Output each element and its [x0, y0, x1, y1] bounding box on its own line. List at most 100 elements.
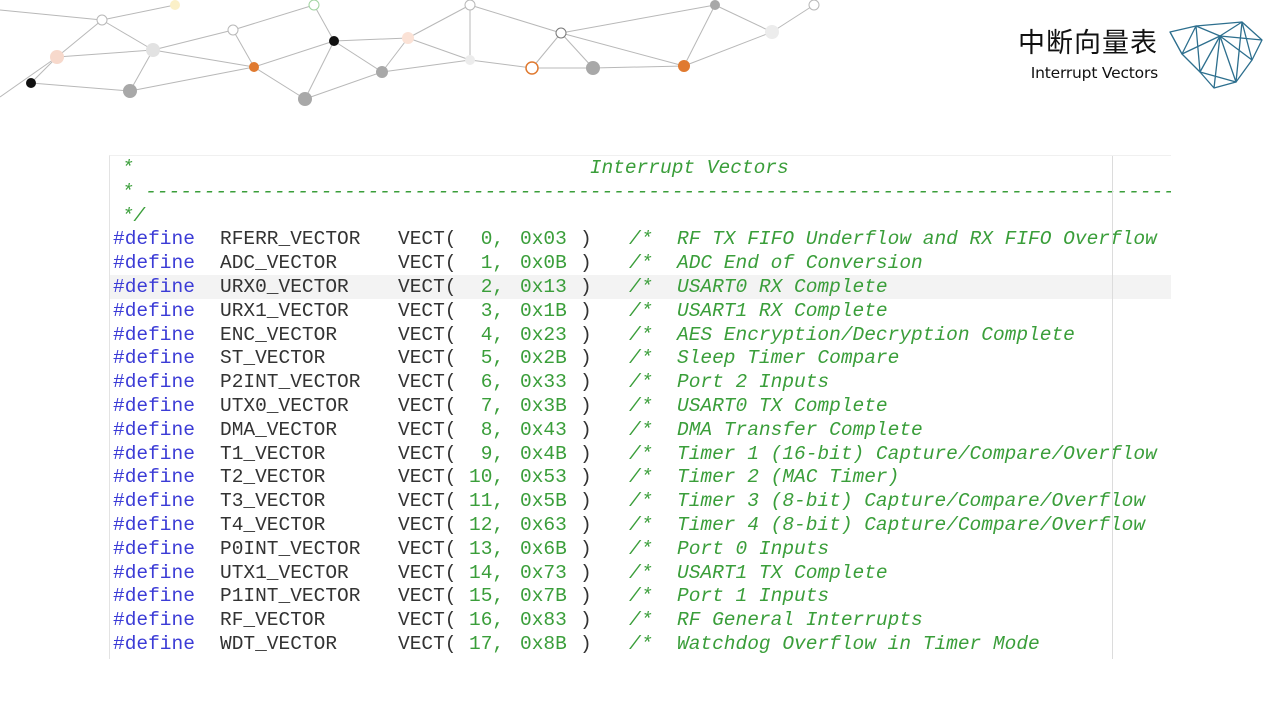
close-paren: )	[580, 371, 592, 394]
vector-name: T3_VECTOR	[220, 490, 326, 513]
code-line[interactable]: #define T2_VECTOR VECT(10, 0x53) /* Timer 2 (…	[110, 465, 1171, 489]
code-line[interactable]: #define WDT_VECTOR VECT(17, 0x8B) /* Watchdog…	[110, 632, 1171, 656]
vector-index: 10,	[469, 466, 505, 489]
code-line[interactable]: #define ADC_VECTOR VECT( 1, 0x0B) /* ADC End …	[110, 251, 1171, 275]
vector-index: 17,	[469, 633, 505, 655]
close-paren: )	[580, 323, 592, 346]
vect-macro: VECT(	[398, 442, 457, 465]
vector-name: RFERR_VECTOR	[220, 228, 361, 251]
comment-open: /*	[629, 633, 653, 655]
comment-open: /*	[629, 276, 653, 298]
code-line[interactable]: #define RFERR_VECTOR VECT( 0, 0x03) /* RF TX …	[110, 227, 1171, 251]
vect-macro: VECT(	[398, 418, 457, 441]
vector-index: 16,	[469, 609, 505, 632]
code-line[interactable]: #define ST_VECTOR VECT( 5, 0x2B) /* Sleep Tim…	[110, 346, 1171, 370]
vector-comment: USART0 RX Complete	[677, 276, 888, 298]
comment-header-line: * Interrupt Vectors	[110, 157, 789, 179]
code-line[interactable]: #define P1INT_VECTOR VECT(15, 0x7B) /* Port 1…	[110, 584, 1171, 608]
close-paren: )	[580, 633, 592, 655]
vector-address: 0x03	[520, 228, 567, 251]
code-line[interactable]: #define T4_VECTOR VECT(12, 0x63) /* Timer 4 (…	[110, 513, 1171, 537]
close-paren: )	[580, 418, 592, 441]
vector-address: 0x1B	[520, 299, 567, 322]
comment-open: /*	[629, 537, 653, 560]
polygon-logo-icon	[1169, 21, 1263, 89]
define-keyword: #define	[113, 633, 195, 655]
define-keyword: #define	[113, 323, 195, 346]
vect-macro: VECT(	[398, 585, 457, 608]
vector-address: 0x43	[520, 418, 567, 441]
vector-comment: Timer 4 (8-bit) Capture/Compare/Overflow	[677, 514, 1146, 536]
vector-address: 0x8B	[520, 633, 567, 655]
comment-open: /*	[629, 442, 653, 465]
vector-address: 0x7B	[520, 585, 567, 608]
vector-address: 0x83	[520, 609, 567, 632]
define-keyword: #define	[113, 347, 195, 370]
vector-name: ENC_VECTOR	[220, 323, 338, 346]
code-line[interactable]: #define P2INT_VECTOR VECT( 6, 0x33) /* Port 2…	[110, 370, 1171, 394]
vector-address: 0x13	[520, 276, 567, 298]
comment-open: /*	[629, 561, 653, 584]
close-paren: )	[580, 347, 592, 370]
vector-comment: Sleep Timer Compare	[677, 347, 900, 370]
comment-open: /*	[629, 490, 653, 513]
vector-index: 7,	[469, 395, 505, 417]
comment-open: /*	[629, 585, 653, 608]
vector-name: P2INT_VECTOR	[220, 371, 361, 394]
code-line[interactable]: #define ENC_VECTOR VECT( 4, 0x23) /* AES Encr…	[110, 323, 1171, 347]
code-line[interactable]: #define UTX1_VECTOR VECT(14, 0x73) /* USART1 …	[110, 561, 1171, 585]
vect-macro: VECT(	[398, 633, 457, 655]
vect-macro: VECT(	[398, 466, 457, 489]
close-paren: )	[580, 466, 592, 489]
code-line[interactable]: #define UTX0_VECTOR VECT( 7, 0x3B) /* USART0 …	[110, 394, 1171, 418]
comment-header-line: */	[110, 204, 146, 227]
close-paren: )	[580, 514, 592, 536]
comment-open: /*	[629, 466, 653, 489]
close-paren: )	[580, 609, 592, 632]
code-line[interactable]: #define URX1_VECTOR VECT( 3, 0x1B) /* USART1 …	[110, 299, 1171, 323]
define-keyword: #define	[113, 442, 195, 465]
define-keyword: #define	[113, 585, 195, 608]
code-line[interactable]: #define DMA_VECTOR VECT( 8, 0x43) /* DMA Tran…	[110, 418, 1171, 442]
vect-macro: VECT(	[398, 514, 457, 536]
title-block: 中断向量表 Interrupt Vectors	[1018, 26, 1158, 84]
vector-index: 9,	[469, 442, 505, 465]
vect-macro: VECT(	[398, 371, 457, 394]
comment-open: /*	[629, 252, 653, 275]
close-paren: )	[580, 252, 592, 275]
close-paren: )	[580, 490, 592, 513]
code-line[interactable]: #define P0INT_VECTOR VECT(13, 0x6B) /* Port 0…	[110, 537, 1171, 561]
vector-comment: USART0 TX Complete	[677, 395, 888, 417]
close-paren: )	[580, 442, 592, 465]
code-line[interactable]: #define URX0_VECTOR VECT( 2, 0x13) /* USART0 …	[110, 275, 1171, 299]
define-keyword: #define	[113, 276, 195, 298]
vector-index: 1,	[469, 252, 505, 275]
close-paren: )	[580, 395, 592, 417]
network-decoration	[0, 0, 820, 106]
vector-address: 0x6B	[520, 537, 567, 560]
vect-macro: VECT(	[398, 299, 457, 322]
code-line[interactable]: #define RF_VECTOR VECT(16, 0x83) /* RF Genera…	[110, 608, 1171, 632]
vector-name: DMA_VECTOR	[220, 418, 338, 441]
vector-name: URX0_VECTOR	[220, 276, 349, 298]
define-keyword: #define	[113, 228, 195, 251]
vector-comment: Timer 1 (16-bit) Capture/Compare/Overflo…	[677, 442, 1157, 465]
vector-index: 15,	[469, 585, 505, 608]
vector-comment: Timer 2 (MAC Timer)	[677, 466, 900, 489]
editor-margin-line	[1112, 156, 1113, 659]
comment-open: /*	[629, 299, 653, 322]
code-line[interactable]: #define T1_VECTOR VECT( 9, 0x4B) /* Timer 1 (…	[110, 442, 1171, 466]
vector-name: WDT_VECTOR	[220, 633, 338, 655]
vector-index: 13,	[469, 537, 505, 560]
vect-macro: VECT(	[398, 490, 457, 513]
comment-open: /*	[629, 514, 653, 536]
vector-name: UTX1_VECTOR	[220, 561, 349, 584]
vect-macro: VECT(	[398, 323, 457, 346]
vector-name: RF_VECTOR	[220, 609, 326, 632]
close-paren: )	[580, 561, 592, 584]
vector-address: 0x63	[520, 514, 567, 536]
close-paren: )	[580, 228, 592, 251]
code-line[interactable]: #define T3_VECTOR VECT(11, 0x5B) /* Timer 3 (…	[110, 489, 1171, 513]
vector-comment: Timer 3 (8-bit) Capture/Compare/Overflow	[677, 490, 1146, 513]
vector-address: 0x3B	[520, 395, 567, 417]
